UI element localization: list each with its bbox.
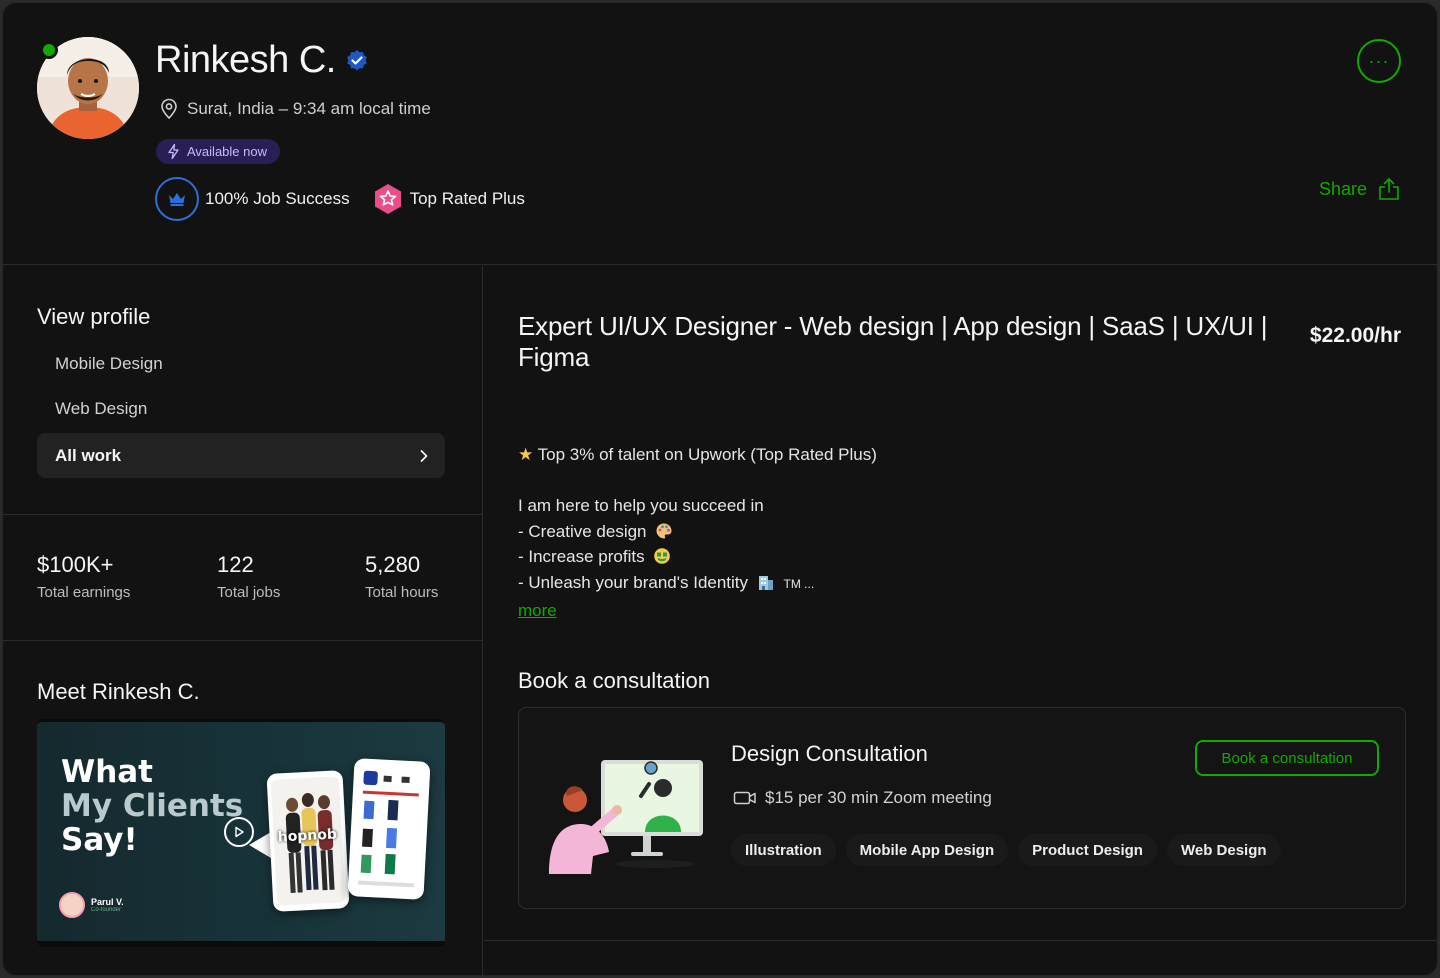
skill-tag[interactable]: Illustration [731,834,836,866]
main-content: Expert UI/UX Designer - Web design | App… [484,266,1437,975]
author-role: Co-founder [91,907,122,913]
badges-row: 100% Job Success Top Rated Plus [155,177,547,221]
money-face-emoji-icon [654,548,671,565]
verified-icon [347,50,367,71]
overview-point: - Increase profits [518,544,877,570]
phone-mockup-left: hopnob [266,770,350,912]
location-line: Surat, India – 9:34 am local time [159,98,431,120]
author-name: Parul V. [91,897,124,907]
skill-tags: Illustration Mobile App Design Product D… [731,834,1281,866]
top-rated-text: Top Rated Plus [409,189,525,208]
sidebar-item-web-design[interactable]: Web Design [55,399,147,419]
share-icon [1379,178,1399,200]
stat-value: 5,280 [365,552,421,577]
point-text: - Unleash your brand's Identity [518,572,749,592]
online-status-dot [40,41,58,59]
profile-header: Rinkesh C. Surat, India – 9:34 am local … [3,3,1437,265]
video-title-line1: What [61,754,154,790]
testimonial-author: Parul V. Co-founder [59,892,124,918]
top-rated-badge: Top Rated Plus [372,183,525,215]
stat-label: Total jobs [217,584,281,601]
consultation-meta: $15 per 30 min Zoom meeting [733,788,992,808]
stat-total-earnings: $100K+ Total earnings [37,552,130,601]
video-title-line3: Say! [61,822,138,858]
hourly-rate: $22.00/hr [1309,324,1401,347]
skill-tag[interactable]: Mobile App Design [845,834,1009,866]
highlight-text: Top 3% of talent on Upwork (Top Rated Pl… [537,445,877,464]
job-success-text: 100% Job Success [205,189,350,208]
chevron-right-icon [420,449,428,462]
hopnob-brand: hopnob [277,826,338,846]
divider [484,940,1437,941]
location-pin-icon [161,98,177,120]
book-consultation-button[interactable]: Book a consultation [1195,740,1379,776]
stat-label: Total hours [365,584,439,601]
skill-tag[interactable]: Product Design [1018,834,1157,866]
stat-total-jobs: 122 Total jobs [217,552,280,601]
video-camera-icon [733,791,756,805]
skill-tag[interactable]: Web Design [1166,834,1281,866]
sidebar: View profile Mobile Design Web Design Al… [3,266,483,975]
location-text: Surat, India – 9:34 am local time [187,99,431,118]
availability-text: Available now [187,144,267,159]
ellipsis-icon: ··· [1368,50,1390,71]
consultation-illustration [549,760,703,874]
overview-intro: I am here to help you succeed in [518,496,764,516]
top-rated-plus-icon [374,184,401,214]
point-text: - Increase profits [518,547,645,567]
consultation-price: $15 per 30 min Zoom meeting [765,788,992,807]
author-avatar [59,892,85,918]
point-text: - Creative design [518,521,647,541]
lightning-icon [168,144,179,159]
consultation-title: Design Consultation [731,741,928,766]
meet-heading: Meet Rinkesh C. [37,679,200,704]
phone-mockup-right [347,758,431,900]
overview-text: ★ Top 3% of talent on Upwork (Top Rated … [518,442,877,623]
profile-card: Rinkesh C. Surat, India – 9:34 am local … [2,2,1438,976]
availability-badge: Available now [156,139,280,164]
building-emoji-icon [758,575,773,590]
star-icon: ★ [518,445,534,464]
stat-value: $100K+ [37,552,114,577]
stat-label: Total earnings [37,584,131,601]
intro-video[interactable]: What My Clients Say! hopnob Parul V. Co-… [37,719,445,947]
divider [3,640,482,641]
profile-name: Rinkesh C. [155,39,336,81]
avatar[interactable] [37,37,139,139]
consultation-card: Design Consultation $15 per 30 min Zoom … [518,707,1406,909]
all-work-label: All work [55,445,122,465]
tm-text: TM ... [783,576,815,591]
overview-point: - Unleash your brand's Identity TM ... [518,570,877,598]
more-options-button[interactable]: ··· [1357,39,1401,83]
divider [3,514,482,515]
profile-title: Expert UI/UX Designer - Web design | App… [518,311,1268,372]
sidebar-item-all-work[interactable]: All work [37,433,445,478]
sidebar-item-mobile-design[interactable]: Mobile Design [55,354,163,374]
cursor-triangle-icon [249,832,271,858]
share-button[interactable]: Share [1319,177,1401,201]
stat-value: 122 [217,552,254,577]
palette-emoji-icon [656,523,672,539]
consultation-heading: Book a consultation [518,668,711,693]
video-title-line2: My Clients [61,788,244,824]
more-link[interactable]: more [518,601,557,620]
overview-highlight: ★ Top 3% of talent on Upwork (Top Rated … [518,442,877,468]
share-label: Share [1318,178,1367,199]
crown-icon [155,177,199,221]
view-profile-heading: View profile [37,304,151,329]
stat-total-hours: 5,280 Total hours [365,552,438,601]
job-success-badge: 100% Job Success [155,177,350,221]
overview-point: - Creative design [518,519,877,545]
